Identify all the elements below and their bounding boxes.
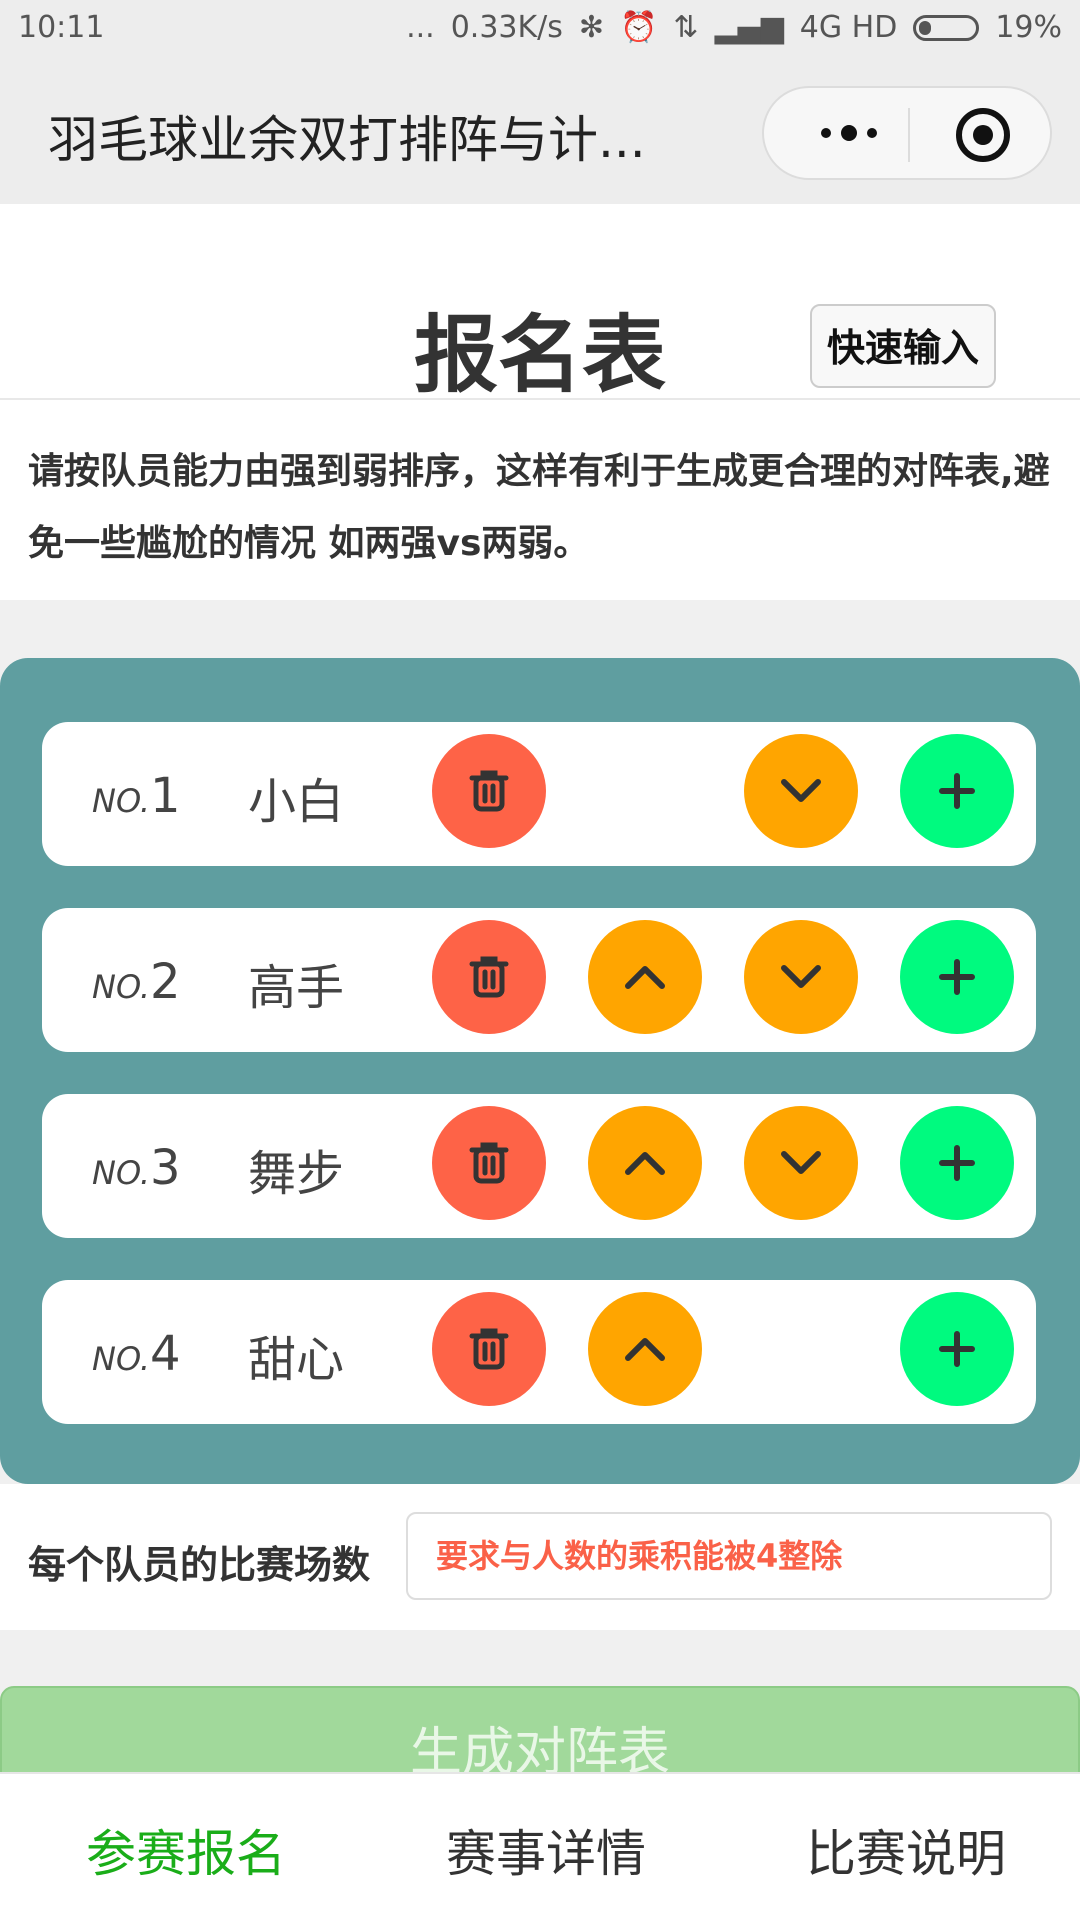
move-down-button[interactable] [744, 734, 858, 848]
trash-icon [469, 956, 509, 998]
player-list-panel: NO.1 小白 NO.2 高手 NO.3 舞步 NO.4 甜心 [0, 658, 1080, 1484]
move-up-button[interactable] [588, 920, 702, 1034]
player-row: NO.4 甜心 [42, 1280, 1036, 1424]
status-net-speed: 0.33K/s [450, 10, 563, 45]
chevron-down-icon [781, 965, 821, 988]
status-battery: 19% [995, 10, 1062, 45]
nav-title: 羽毛球业余双打排阵与计... [48, 111, 646, 169]
player-number: NO.1 [92, 768, 181, 824]
chevron-down-icon [781, 779, 821, 802]
status-time: 10:11 [18, 10, 105, 45]
capsule-divider [908, 108, 910, 162]
add-player-button[interactable] [900, 734, 1014, 848]
status-dots: ... [406, 10, 435, 45]
bluetooth-icon: ✻ [578, 10, 605, 45]
plus-icon [939, 773, 975, 809]
player-row: NO.1 小白 [42, 722, 1036, 866]
match-count-section: 每个队员的比赛场数 要求与人数的乘积能被4整除 [0, 1484, 1080, 1630]
trash-icon [469, 1328, 509, 1370]
delete-player-button[interactable] [432, 1292, 546, 1406]
move-down-button[interactable] [744, 920, 858, 1034]
target-circle-icon[interactable] [956, 108, 1010, 162]
plus-icon [939, 1145, 975, 1181]
player-row: NO.3 舞步 [42, 1094, 1036, 1238]
quick-input-button[interactable]: 快速输入 [810, 304, 996, 388]
match-count-input[interactable]: 要求与人数的乘积能被4整除 [406, 1512, 1052, 1600]
chevron-up-icon [625, 1338, 665, 1361]
add-player-button[interactable] [900, 920, 1014, 1034]
move-down-button[interactable] [744, 1106, 858, 1220]
chevron-down-icon [781, 1151, 821, 1174]
mini-program-capsule [762, 86, 1052, 180]
player-number: NO.3 [92, 1140, 181, 1196]
signup-header: 报名表 快速输入 [0, 204, 1080, 404]
player-name: 舞步 [248, 1146, 345, 1202]
tab-event-details[interactable]: 赛事详情 [446, 1814, 646, 1886]
battery-icon [913, 14, 980, 41]
alarm-icon: ⏰ [620, 10, 658, 45]
plus-icon [939, 1331, 975, 1367]
delete-player-button[interactable] [432, 1106, 546, 1220]
status-network: 4G HD [799, 10, 898, 45]
player-row: NO.2 高手 [42, 908, 1036, 1052]
status-bar: 10:11 ... 0.33K/s ✻ ⏰ ⇅ ▂▄▆ 4G HD 19% [0, 0, 1080, 62]
tab-signup[interactable]: 参赛报名 [86, 1814, 286, 1886]
chevron-up-icon [625, 966, 665, 989]
player-name: 小白 [248, 774, 345, 830]
tab-rules[interactable]: 比赛说明 [806, 1814, 1006, 1886]
add-player-button[interactable] [900, 1106, 1014, 1220]
trash-icon [469, 770, 509, 812]
notice-box: 请按队员能力由强到弱排序，这样有利于生成更合理的对阵表,避免一些尴尬的情况 如两… [0, 400, 1080, 600]
delete-player-button[interactable] [432, 920, 546, 1034]
match-count-label: 每个队员的比赛场数 [28, 1543, 371, 1587]
tab-bar: 参赛报名 赛事详情 比赛说明 [0, 1772, 1080, 1920]
data-arrows-icon: ⇅ [673, 10, 699, 45]
nav-bar: 羽毛球业余双打排阵与计... [0, 62, 1080, 204]
player-number: NO.2 [92, 954, 181, 1010]
delete-player-button[interactable] [432, 734, 546, 848]
player-name: 甜心 [248, 1332, 345, 1388]
move-up-button[interactable] [588, 1292, 702, 1406]
player-number: NO.4 [92, 1326, 181, 1382]
plus-icon [939, 959, 975, 995]
move-up-button[interactable] [588, 1106, 702, 1220]
notice-text: 请按队员能力由强到弱排序，这样有利于生成更合理的对阵表,避免一些尴尬的情况 如两… [28, 451, 1050, 564]
chevron-up-icon [625, 1152, 665, 1175]
trash-icon [469, 1142, 509, 1184]
player-name: 高手 [248, 960, 345, 1016]
more-dots-icon[interactable] [804, 108, 894, 158]
signal-icon: ▂▄▆ [714, 10, 784, 45]
status-right: ... 0.33K/s ✻ ⏰ ⇅ ▂▄▆ 4G HD 19% [406, 10, 1062, 45]
add-player-button[interactable] [900, 1292, 1014, 1406]
